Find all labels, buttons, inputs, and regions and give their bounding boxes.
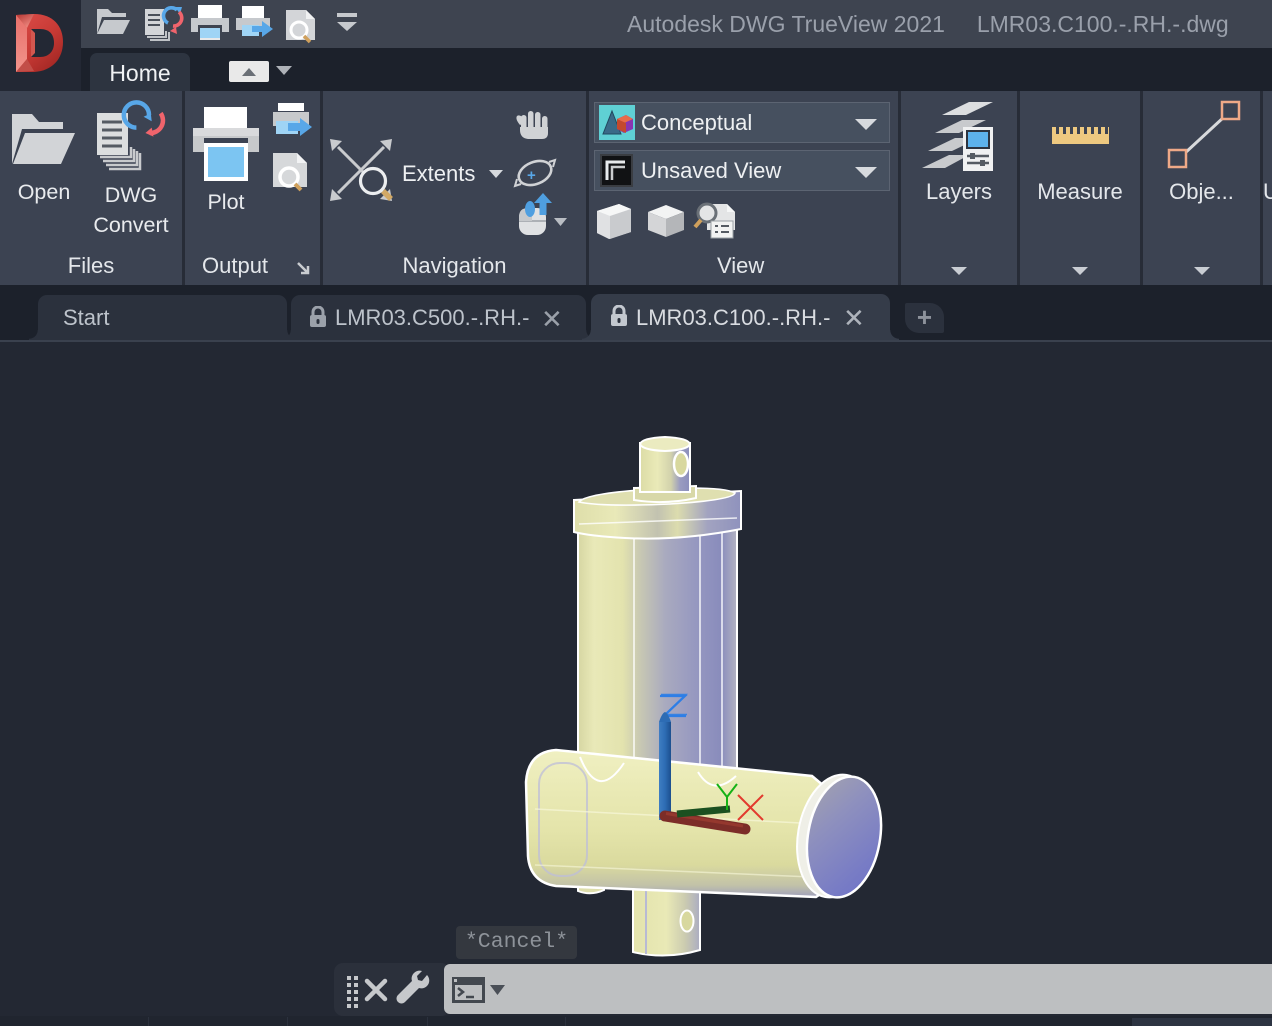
svg-text:+: + — [527, 167, 536, 184]
